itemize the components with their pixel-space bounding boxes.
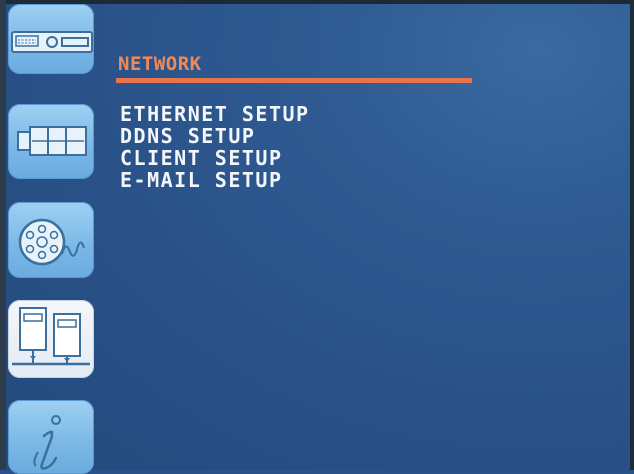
- network-computers-icon: [12, 307, 90, 366]
- sidebar-item-system[interactable]: [8, 4, 94, 74]
- menu-item-client-setup[interactable]: CLIENT SETUP: [120, 147, 310, 169]
- dvr-recorder-icon: [11, 31, 93, 53]
- page-title: NETWORK: [118, 53, 202, 75]
- camera-icon: [17, 126, 87, 156]
- osd-screen: NETWORK ETHERNET SETUP DDNS SETUP CLIENT…: [6, 4, 630, 474]
- info-icon: [33, 415, 61, 470]
- monitor-bezel-right: [630, 0, 634, 470]
- sidebar-item-info[interactable]: [8, 400, 94, 474]
- menu-item-ddns-setup[interactable]: DDNS SETUP: [120, 125, 310, 147]
- disk-reel-icon: [18, 218, 85, 266]
- menu-item-email-setup[interactable]: E-MAIL SETUP: [120, 169, 310, 191]
- sidebar-item-record[interactable]: [8, 202, 94, 278]
- menu-item-ethernet-setup[interactable]: ETHERNET SETUP: [120, 103, 310, 125]
- title-underline: [116, 78, 472, 83]
- network-menu: ETHERNET SETUP DDNS SETUP CLIENT SETUP E…: [120, 103, 310, 191]
- sidebar-item-network[interactable]: [8, 300, 94, 378]
- sidebar-item-camera[interactable]: [8, 104, 94, 179]
